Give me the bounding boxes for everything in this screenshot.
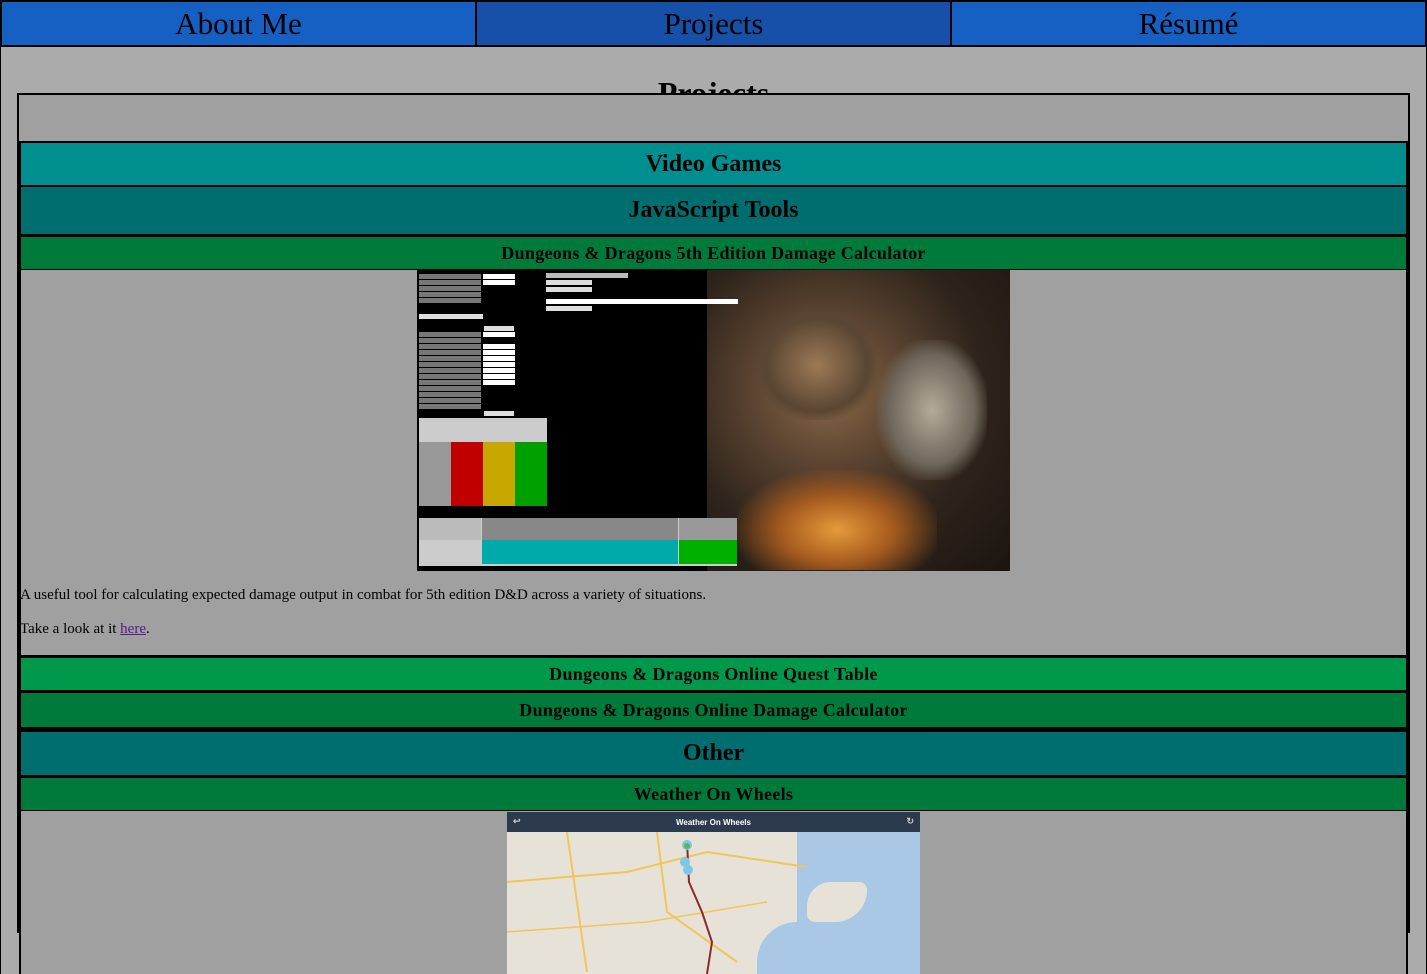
- link-prefix: Take a look at it: [20, 621, 121, 637]
- link-suffix: .: [145, 621, 150, 637]
- project-ddo-damage-header[interactable]: Dungeons & Dragons Online Damage Calcula…: [19, 691, 1408, 729]
- dnd5e-here-link[interactable]: here: [120, 621, 146, 637]
- nav-about-me[interactable]: About Me: [0, 0, 477, 47]
- category-video-games[interactable]: Video Games: [19, 141, 1408, 187]
- nav-resume[interactable]: Résumé: [952, 0, 1427, 47]
- dnd5e-description: A useful tool for calculating expected d…: [20, 587, 707, 603]
- project-weather-header[interactable]: Weather On Wheels: [19, 776, 1408, 812]
- project-ddo-quest-header[interactable]: Dungeons & Dragons Online Quest Table: [19, 656, 1408, 692]
- weather-app-title: Weather On Wheels: [676, 817, 751, 827]
- back-icon: ↩: [513, 816, 521, 826]
- project-dnd5e-header[interactable]: Dungeons & Dragons 5th Edition Damage Ca…: [19, 235, 1408, 271]
- weather-app-bar: ↩ Weather On Wheels ↻: [507, 812, 920, 832]
- top-nav: About Me Projects Résumé: [0, 0, 1427, 47]
- dnd-calculator-screenshot: [417, 270, 1010, 571]
- category-javascript-tools[interactable]: JavaScript Tools: [19, 187, 1408, 236]
- refresh-icon: ↻: [906, 816, 914, 826]
- weather-map-screenshot: ↩ Weather On Wheels ↻: [507, 812, 920, 974]
- nav-projects[interactable]: Projects: [477, 0, 952, 47]
- category-other[interactable]: Other: [19, 729, 1408, 777]
- dnd5e-link-line: Take a look at it here.: [20, 621, 150, 638]
